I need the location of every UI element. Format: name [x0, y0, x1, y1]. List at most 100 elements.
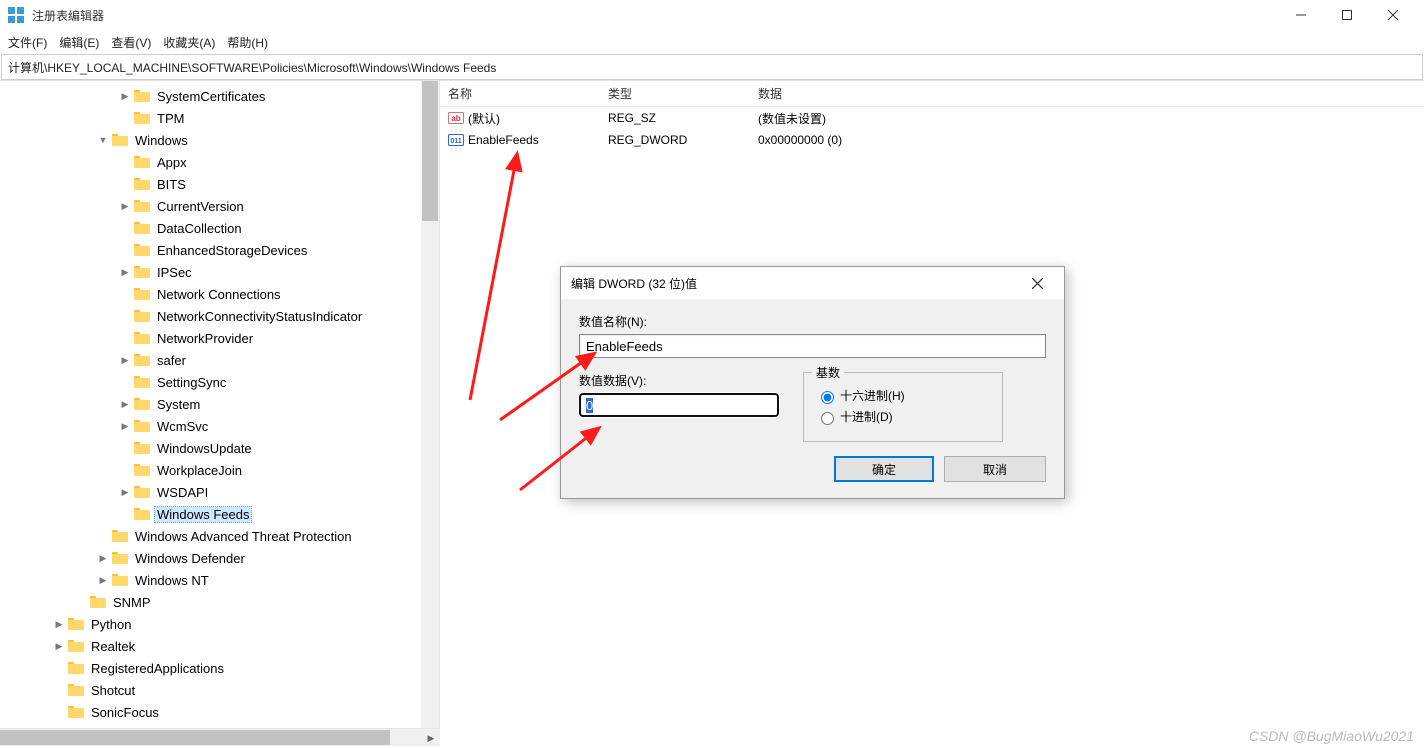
- tree-item[interactable]: ▶ CurrentVersion: [0, 195, 421, 217]
- header-name[interactable]: 名称: [440, 85, 600, 102]
- maximize-button[interactable]: [1324, 0, 1370, 30]
- value-type: REG_SZ: [600, 111, 750, 125]
- expand-arrow-icon[interactable]: ▶: [52, 641, 66, 652]
- list-header: 名称 类型 数据: [440, 81, 1424, 107]
- radio-hex-input[interactable]: [821, 391, 834, 404]
- tree-item[interactable]: ▼Windows: [0, 129, 421, 151]
- base-legend: 基数: [812, 364, 844, 381]
- tree-label: SNMP: [110, 594, 154, 611]
- tree-label: WorkplaceJoin: [154, 462, 245, 479]
- expand-arrow-icon[interactable]: ▶: [118, 267, 132, 278]
- expand-arrow-icon[interactable]: ▶: [118, 201, 132, 212]
- tree-item[interactable]: SettingSync: [0, 371, 421, 393]
- menu-edit[interactable]: 编辑(E): [59, 34, 99, 51]
- ok-button[interactable]: 确定: [834, 456, 934, 482]
- tree-item[interactable]: Network Connections: [0, 283, 421, 305]
- base-fieldset: 基数 十六进制(H) 十进制(D): [803, 372, 1003, 442]
- tree-item[interactable]: SonicFocus: [0, 701, 421, 723]
- tree-label: WSDAPI: [154, 484, 211, 501]
- tree-item[interactable]: Appx: [0, 151, 421, 173]
- cancel-button[interactable]: 取消: [944, 456, 1046, 482]
- edit-dword-dialog: 编辑 DWORD (32 位)值 数值名称(N): 数值数据(V): 基数 十六…: [560, 266, 1065, 499]
- tree-item[interactable]: ▶ IPSec: [0, 261, 421, 283]
- registry-tree[interactable]: ▶SystemCertificates TPM ▼WindowsAppx BITS ▶ C…: [0, 81, 421, 723]
- menu-file[interactable]: 文件(F): [8, 34, 47, 51]
- tree-item[interactable]: Shotcut: [0, 679, 421, 701]
- tree-label: NetworkProvider: [154, 330, 256, 347]
- list-row[interactable]: 011EnableFeedsREG_DWORD0x00000000 (0): [440, 129, 1424, 151]
- expand-arrow-icon[interactable]: ▶: [96, 553, 110, 564]
- tree-item[interactable]: Windows Advanced Threat Protection: [0, 525, 421, 547]
- tree-item[interactable]: ▶System: [0, 393, 421, 415]
- tree-label: BITS: [154, 176, 189, 193]
- tree-item[interactable]: ▶safer: [0, 349, 421, 371]
- header-data[interactable]: 数据: [750, 85, 1424, 102]
- tree-item[interactable]: ▶ WSDAPI: [0, 481, 421, 503]
- tree-label: Windows Defender: [132, 550, 248, 567]
- expand-arrow-icon[interactable]: ▶: [118, 355, 132, 366]
- value-name: (默认): [468, 110, 500, 127]
- tree-item[interactable]: DataCollection: [0, 217, 421, 239]
- expand-arrow-icon[interactable]: ▶: [118, 487, 132, 498]
- tree-item[interactable]: ▶ Realtek: [0, 635, 421, 657]
- header-type[interactable]: 类型: [600, 85, 750, 102]
- tree-item[interactable]: ▶WcmSvc: [0, 415, 421, 437]
- radio-hex[interactable]: 十六进制(H): [816, 387, 990, 404]
- minimize-button[interactable]: [1278, 0, 1324, 30]
- list-body[interactable]: ab (默认) REG_SZ(数值未设置) 011EnableFeedsREG_DWO…: [440, 107, 1424, 151]
- tree-item[interactable]: EnhancedStorageDevices: [0, 239, 421, 261]
- regedit-icon: [8, 7, 24, 23]
- close-button[interactable]: [1370, 0, 1416, 30]
- expand-arrow-icon[interactable]: ▶: [96, 575, 110, 586]
- tree-label: Windows Advanced Threat Protection: [132, 528, 355, 545]
- menu-fav[interactable]: 收藏夹(A): [163, 34, 215, 51]
- tree-item[interactable]: NetworkConnectivityStatusIndicator: [0, 305, 421, 327]
- value-name-label: 数值名称(N):: [579, 313, 1046, 330]
- expand-arrow-icon[interactable]: ▶: [118, 421, 132, 432]
- tree-item[interactable]: SNMP: [0, 591, 421, 613]
- tree-item[interactable]: ▶Windows NT: [0, 569, 421, 591]
- tree-label: TPM: [154, 110, 187, 127]
- radio-dec-input[interactable]: [821, 412, 834, 425]
- svg-text:ab: ab: [451, 114, 460, 123]
- menu-help[interactable]: 帮助(H): [227, 34, 268, 51]
- value-data-input[interactable]: [579, 393, 779, 417]
- tree-label: Shotcut: [88, 682, 138, 699]
- tree-item[interactable]: BITS: [0, 173, 421, 195]
- tree-label: Realtek: [88, 638, 138, 655]
- expand-arrow-icon[interactable]: ▼: [96, 135, 110, 145]
- tree-item[interactable]: ▶Python: [0, 613, 421, 635]
- value-name: EnableFeeds: [468, 133, 539, 147]
- watermark: CSDN @BugMiaoWu2021: [1249, 728, 1414, 744]
- tree-hscrollbar[interactable]: ▶: [0, 728, 440, 746]
- value-name-input[interactable]: [579, 334, 1046, 358]
- tree-vscrollbar[interactable]: [421, 81, 439, 728]
- tree-label: CurrentVersion: [154, 198, 247, 215]
- tree-item[interactable]: NetworkProvider: [0, 327, 421, 349]
- list-row[interactable]: ab (默认) REG_SZ(数值未设置): [440, 107, 1424, 129]
- tree-label: IPSec: [154, 264, 195, 281]
- dialog-titlebar[interactable]: 编辑 DWORD (32 位)值: [561, 267, 1064, 299]
- expand-arrow-icon[interactable]: ▶: [118, 399, 132, 410]
- hscroll-right-arrow[interactable]: ▶: [422, 729, 440, 747]
- tree-label: NetworkConnectivityStatusIndicator: [154, 308, 365, 325]
- expand-arrow-icon[interactable]: ▶: [52, 619, 66, 630]
- tree-pane: ▶SystemCertificates TPM ▼WindowsAppx BITS ▶ C…: [0, 81, 440, 728]
- tree-item[interactable]: Windows Feeds: [0, 503, 421, 525]
- window-title: 注册表编辑器: [32, 7, 1278, 24]
- scrollbar-thumb[interactable]: [422, 81, 438, 221]
- address-bar[interactable]: 计算机\HKEY_LOCAL_MACHINE\SOFTWARE\Policies…: [1, 54, 1423, 80]
- tree-item[interactable]: TPM: [0, 107, 421, 129]
- radio-dec[interactable]: 十进制(D): [816, 408, 990, 425]
- tree-item[interactable]: WindowsUpdate: [0, 437, 421, 459]
- value-data: (数值未设置): [750, 110, 1424, 127]
- tree-item[interactable]: ▶SystemCertificates: [0, 85, 421, 107]
- dialog-close-button[interactable]: [1020, 267, 1054, 299]
- tree-item[interactable]: RegisteredApplications: [0, 657, 421, 679]
- hscroll-thumb[interactable]: [0, 730, 390, 745]
- tree-item[interactable]: ▶ Windows Defender: [0, 547, 421, 569]
- expand-arrow-icon[interactable]: ▶: [118, 91, 132, 102]
- value-data: 0x00000000 (0): [750, 133, 1424, 147]
- menu-view[interactable]: 查看(V): [111, 34, 151, 51]
- tree-item[interactable]: WorkplaceJoin: [0, 459, 421, 481]
